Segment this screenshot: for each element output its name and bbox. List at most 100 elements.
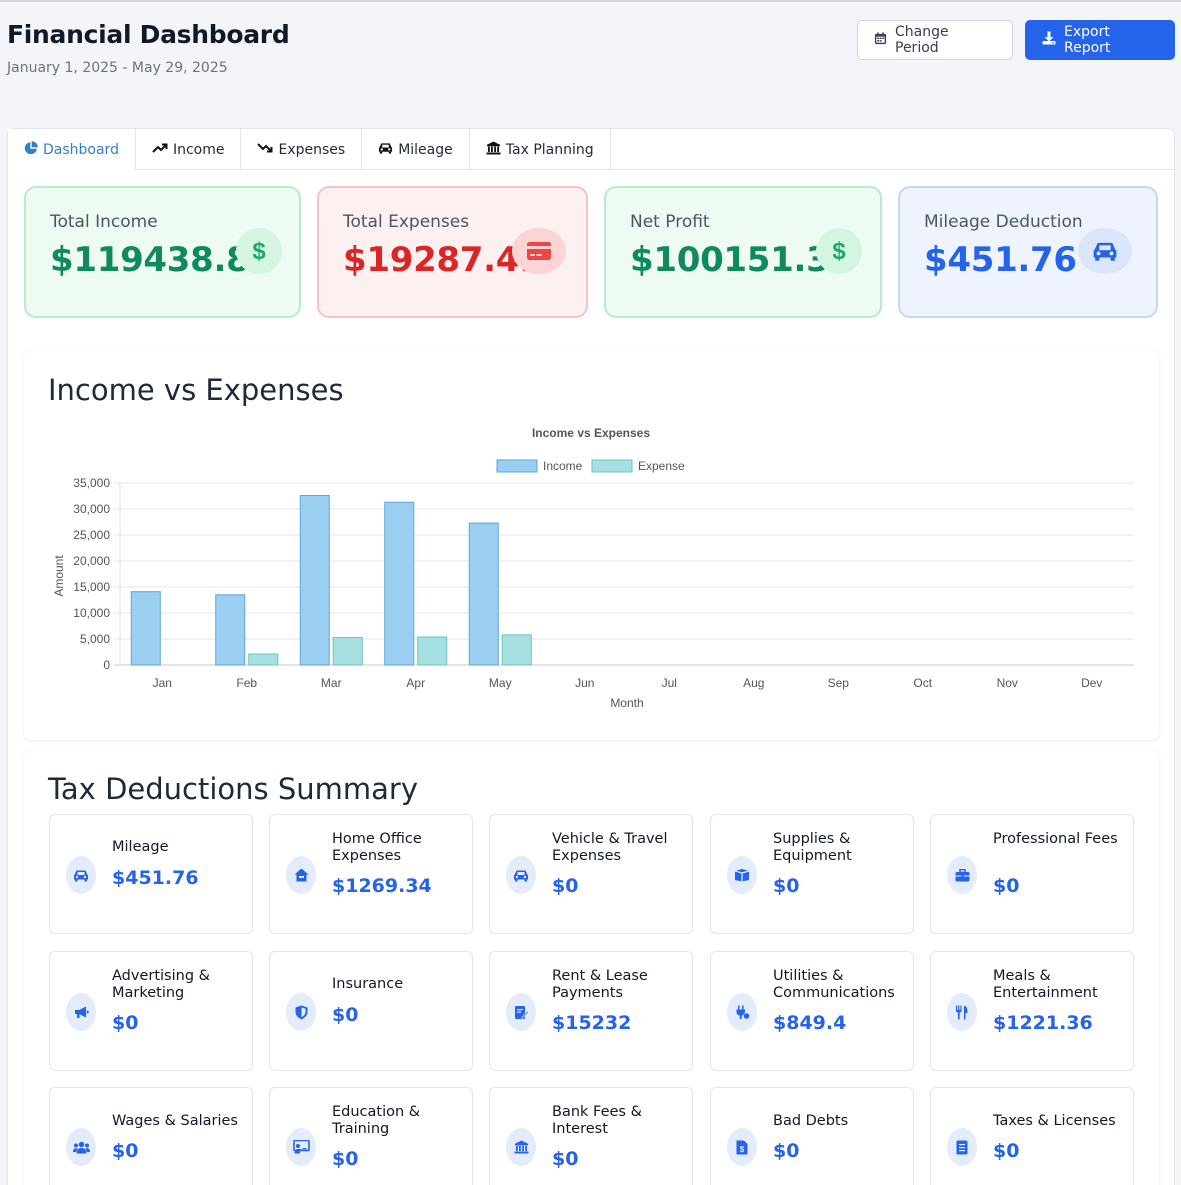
x-tick-label: Apr bbox=[406, 676, 425, 690]
megaphone-icon bbox=[66, 993, 96, 1031]
calendar-icon bbox=[874, 31, 887, 49]
deduction-card: Mileage $451.76 bbox=[49, 814, 253, 934]
tab-bar: Dashboard Income Expenses Mileage Tax Pl… bbox=[8, 129, 1174, 170]
deduction-value: $0 bbox=[552, 1148, 579, 1170]
x-tick-label: Dev bbox=[1081, 676, 1102, 690]
x-tick-label: Feb bbox=[236, 676, 257, 690]
deduction-card: Professional Fees $0 bbox=[930, 814, 1134, 934]
shield-icon bbox=[286, 993, 316, 1031]
y-tick-label: 0 bbox=[103, 658, 110, 672]
tab-dashboard[interactable]: Dashboard bbox=[8, 129, 136, 170]
deduction-name: Insurance bbox=[332, 976, 404, 992]
deduction-card: Bank Fees & Interest $0 bbox=[489, 1087, 693, 1185]
y-axis-label: Amount bbox=[52, 555, 66, 597]
deduction-value: $0 bbox=[112, 1012, 139, 1034]
deduction-card: Home Office Expenses $1269.34 bbox=[269, 814, 473, 934]
x-axis-label: Month bbox=[610, 696, 643, 710]
chart-title: Income vs Expenses bbox=[532, 426, 650, 440]
pie-chart-icon bbox=[24, 140, 38, 159]
trend-up-icon bbox=[152, 142, 168, 158]
deduction-value: $0 bbox=[552, 875, 579, 897]
tab-income[interactable]: Income bbox=[136, 129, 242, 170]
deduction-name: Meals & Entertainment bbox=[993, 968, 1098, 1001]
deduction-name: Taxes & Licenses bbox=[993, 1113, 1116, 1129]
x-tick-label: Jun bbox=[575, 676, 594, 690]
tab-label: Mileage bbox=[398, 141, 453, 158]
deduction-name: Bad Debts bbox=[773, 1113, 849, 1129]
deduction-name: Home Office Expenses bbox=[332, 831, 422, 864]
x-tick-label: Oct bbox=[913, 676, 932, 690]
bar-income bbox=[215, 594, 246, 666]
stat-label: Mileage Deduction bbox=[924, 212, 1083, 232]
plug-icon bbox=[727, 993, 757, 1031]
income-expenses-card: Income vs Expenses Income vs Expenses In… bbox=[24, 350, 1159, 740]
stat-label: Net Profit bbox=[630, 212, 710, 232]
car-icon bbox=[378, 142, 393, 158]
x-tick-label: Jan bbox=[153, 676, 172, 690]
y-tick-label: 5,000 bbox=[80, 632, 110, 646]
y-tick-label: 25,000 bbox=[73, 528, 110, 542]
export-report-button[interactable]: Export Report bbox=[1025, 20, 1175, 60]
tab-label: Tax Planning bbox=[505, 141, 594, 158]
trend-down-icon bbox=[257, 142, 273, 158]
x-tick-label: May bbox=[489, 676, 512, 690]
deduction-value: $1269.34 bbox=[332, 875, 432, 897]
tab-label: Expenses bbox=[278, 141, 346, 158]
x-tick-label: Mar bbox=[321, 676, 342, 690]
deduction-name: Wages & Salaries bbox=[112, 1113, 238, 1129]
svg-text:$: $ bbox=[740, 1145, 745, 1154]
deduction-card: Wages & Salaries $0 bbox=[49, 1087, 253, 1185]
deduction-name: Bank Fees & Interest bbox=[552, 1104, 642, 1137]
change-period-label: Change Period bbox=[895, 24, 949, 56]
dollar-icon: $ bbox=[236, 228, 282, 274]
change-period-button[interactable]: Change Period bbox=[857, 20, 1013, 60]
tab-label: Dashboard bbox=[43, 141, 119, 158]
deduction-name: Education & Training bbox=[332, 1104, 421, 1137]
deduction-value: $1221.36 bbox=[993, 1012, 1093, 1034]
deduction-value: $0 bbox=[112, 1140, 139, 1162]
date-range: January 1, 2025 - May 29, 2025 bbox=[7, 60, 228, 76]
car-icon bbox=[506, 856, 536, 894]
net-profit-card: Net Profit $100151.37 $ bbox=[604, 186, 882, 318]
credit-card-icon bbox=[512, 228, 566, 274]
car-icon bbox=[1078, 228, 1132, 274]
tab-tax-planning[interactable]: Tax Planning bbox=[470, 129, 611, 170]
legend-swatch-income bbox=[496, 459, 538, 473]
y-tick-label: 15,000 bbox=[73, 580, 110, 594]
bank-icon bbox=[486, 141, 501, 159]
bar-expense bbox=[501, 634, 532, 666]
dollar-icon: $ bbox=[816, 228, 862, 274]
tax-deductions-card: Tax Deductions Summary Mileage $451.76 Hom… bbox=[24, 750, 1159, 1185]
deduction-name: Mileage bbox=[112, 839, 169, 855]
mileage-deduction-card: Mileage Deduction $451.76 bbox=[898, 186, 1158, 318]
deduction-card: Advertising & Marketing $0 bbox=[49, 951, 253, 1071]
bar-expense bbox=[417, 636, 448, 666]
deduction-name: Vehicle & Travel Expenses bbox=[552, 831, 668, 864]
main-panel: Dashboard Income Expenses Mileage Tax Pl… bbox=[7, 128, 1175, 1185]
deduction-card: Taxes & Licenses $0 bbox=[930, 1087, 1134, 1185]
contract-icon bbox=[506, 993, 536, 1031]
bar-income bbox=[384, 501, 415, 666]
y-tick-label: 10,000 bbox=[73, 606, 110, 620]
deduction-value: $0 bbox=[993, 875, 1020, 897]
tab-mileage[interactable]: Mileage bbox=[362, 129, 470, 170]
stat-value: $451.76 bbox=[924, 240, 1077, 280]
y-tick-label: 30,000 bbox=[73, 502, 110, 516]
deduction-name: Professional Fees bbox=[993, 831, 1118, 847]
deduction-name: Utilities & Communications bbox=[773, 968, 895, 1001]
tab-expenses[interactable]: Expenses bbox=[241, 129, 363, 170]
stat-label: Total Expenses bbox=[343, 212, 470, 232]
house-icon bbox=[286, 856, 316, 894]
bar-income bbox=[130, 591, 161, 666]
deduction-card: Meals & Entertainment $1221.36 bbox=[930, 951, 1134, 1071]
y-tick-label: 20,000 bbox=[73, 554, 110, 568]
legend-label-income: Income bbox=[543, 459, 583, 473]
deduction-value: $451.76 bbox=[112, 867, 199, 889]
deduction-value: $0 bbox=[993, 1140, 1020, 1162]
bar-income bbox=[468, 522, 499, 666]
briefcase-icon bbox=[947, 856, 977, 894]
x-tick-label: Aug bbox=[743, 676, 764, 690]
download-icon bbox=[1042, 31, 1056, 49]
deduction-card: Rent & Lease Payments $15232 bbox=[489, 951, 693, 1071]
deduction-value: $0 bbox=[332, 1148, 359, 1170]
